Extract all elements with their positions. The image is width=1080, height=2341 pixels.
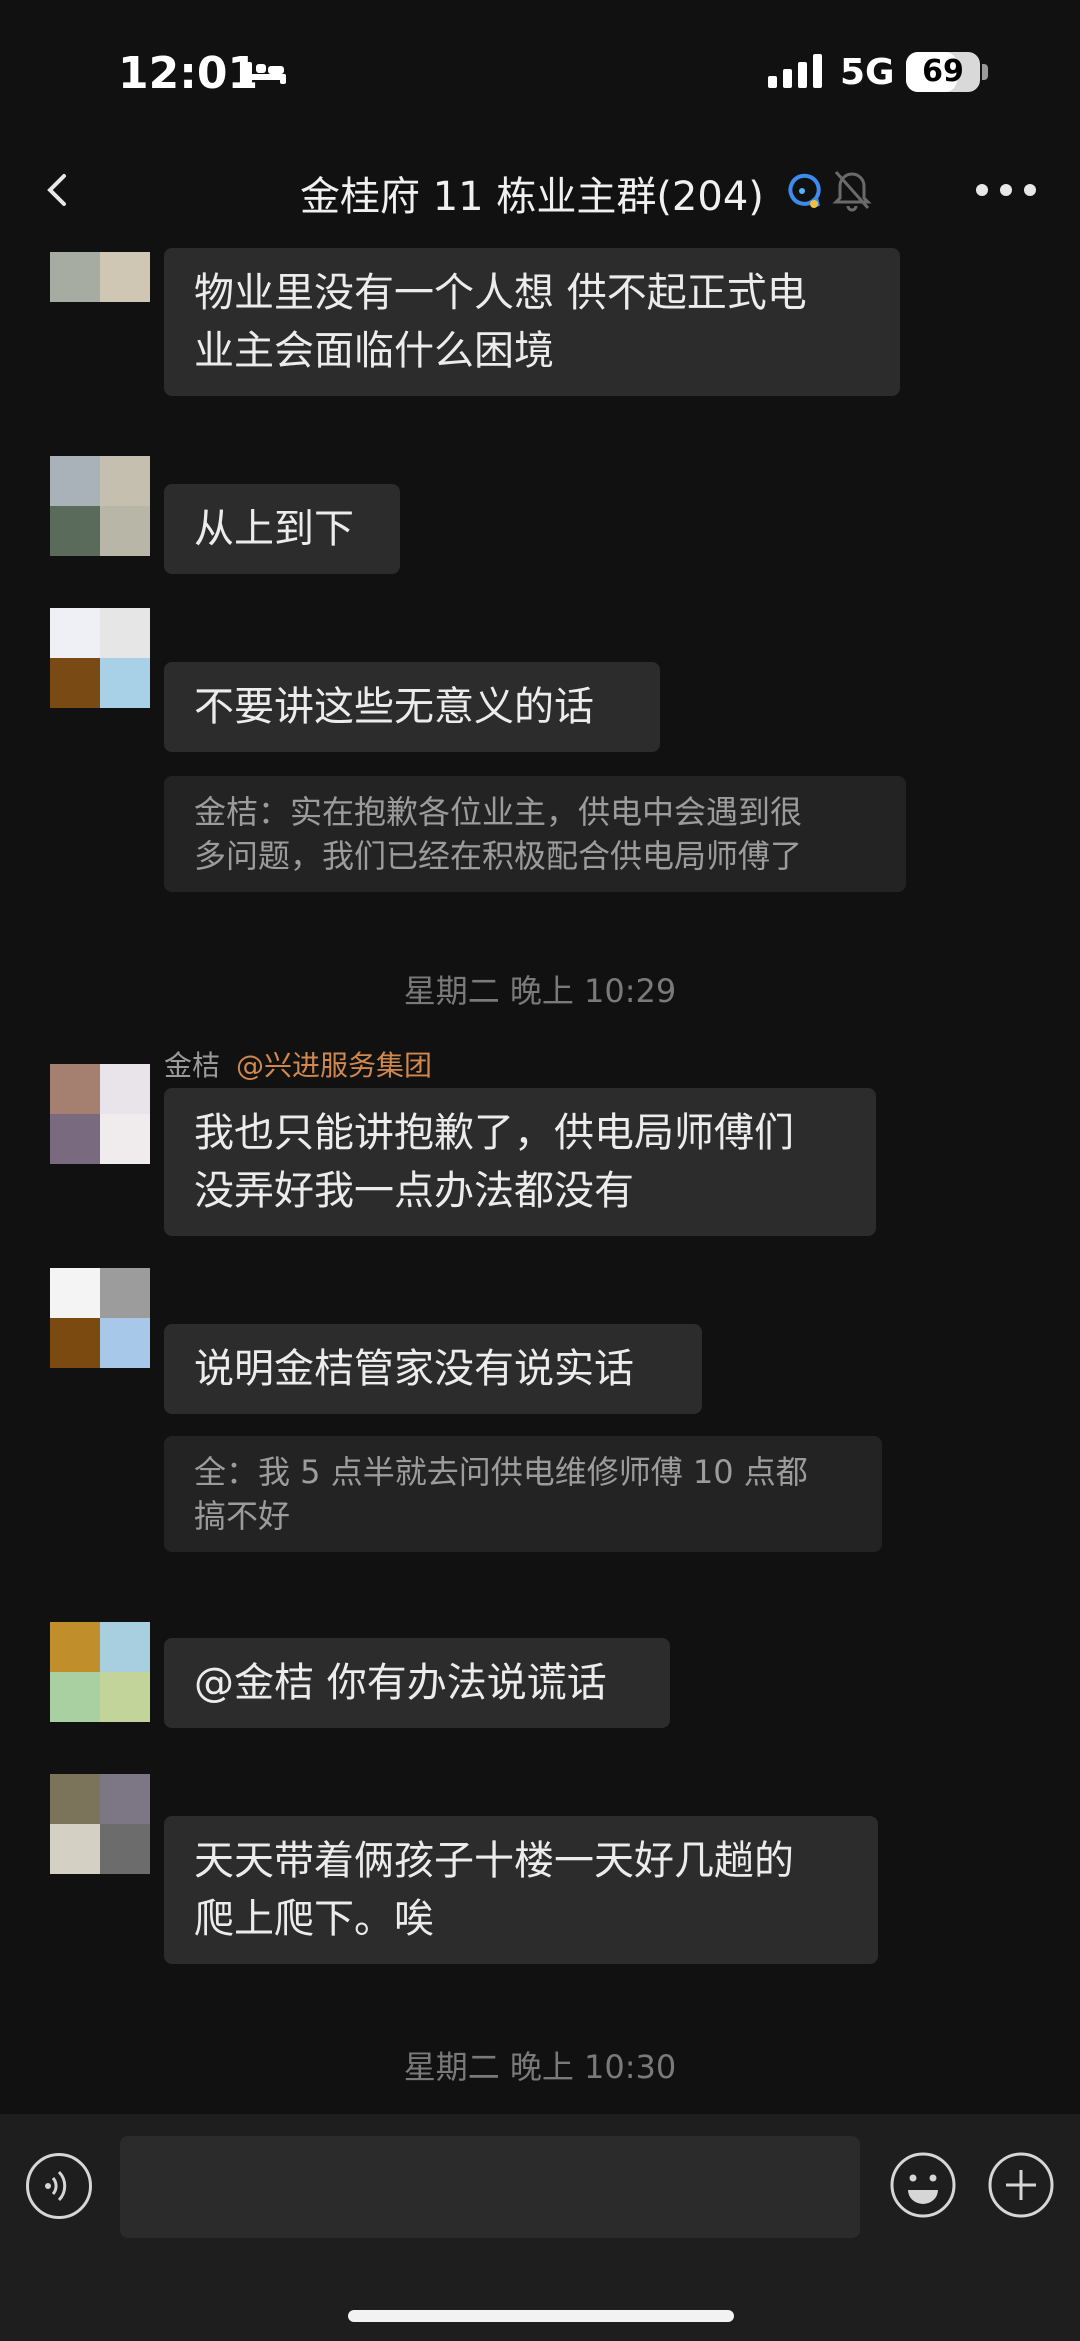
chat-title[interactable]: 金桂府 11 栋业主群(204) [300,164,764,222]
quote-text: 金桔：实在抱歉各位业主，供电中会遇到很 [194,793,803,831]
message-text: 业主会面临什么困境 [194,328,554,374]
avatar[interactable] [50,252,150,302]
more-options-button[interactable] [976,184,1040,198]
message-text: 我也只能讲抱歉了，供电局师傅们 [194,1110,794,1156]
avatar[interactable] [50,1268,150,1368]
chat-header: 金桂府 11 栋业主群(204) [0,150,1080,230]
sleep-focus-icon [246,62,286,84]
ai-assistant-icon[interactable] [780,170,824,214]
status-time: 12:01 [118,48,259,99]
voice-button[interactable] [26,2153,92,2219]
message-input[interactable] [120,2136,860,2238]
quote-text: 多问题，我们已经在积极配合供电局师傅了 [194,837,803,875]
message-text: 没弄好我一点办法都没有 [194,1168,634,1214]
message-bubble[interactable]: 不要讲这些无意义的话 [164,662,660,752]
avatar[interactable] [50,456,150,556]
network-type: 5G [840,52,895,93]
sender-tag: @兴进服务集团 [236,1049,433,1082]
battery-cap [982,64,988,80]
avatar[interactable] [50,1622,150,1722]
quoted-message[interactable]: 全：我 5 点半就去问供电维修师傅 10 点都 搞不好 [164,1436,882,1552]
quoted-message[interactable]: 金桔：实在抱歉各位业主，供电中会遇到很 多问题，我们已经在积极配合供电局师傅了 [164,776,906,892]
message-text: 不要讲这些无意义的话 [194,684,594,730]
input-bar [0,2114,1080,2341]
message-text: 从上到下 [194,506,354,552]
avatar[interactable] [50,1774,150,1874]
bell-muted-icon [832,171,872,212]
message-bubble[interactable]: 说明金桔管家没有说实话 [164,1324,702,1414]
emoji-button[interactable] [888,2150,958,2220]
message-bubble[interactable]: @金桔 你有办法说谎话 [164,1638,670,1728]
quote-text: 搞不好 [194,1497,291,1535]
voice-icon [45,2170,67,2202]
message-bubble[interactable]: 物业里没有一个人想 供不起正式电 业主会面临什么困境 [164,248,900,396]
home-indicator [348,2310,734,2322]
message-text: 爬上爬下。唉 [194,1896,434,1942]
avatar[interactable] [50,1064,150,1164]
message-bubble[interactable]: 天天带着俩孩子十楼一天好几趟的 爬上爬下。唉 [164,1816,878,1964]
timestamp: 星期二 晚上 10:30 [403,2048,677,2086]
back-button[interactable] [38,170,78,210]
status-bar: 12:01 5G 69 [0,0,1080,150]
quote-text: 全：我 5 点半就去问供电维修师傅 10 点都 [194,1453,808,1491]
message-bubble[interactable]: 从上到下 [164,484,400,574]
message-bubble[interactable]: 我也只能讲抱歉了，供电局师傅们 没弄好我一点办法都没有 [164,1088,876,1236]
message-text: 天天带着俩孩子十楼一天好几趟的 [194,1838,794,1884]
battery-percent: 69 [922,54,964,89]
battery-indicator: 69 [906,52,980,92]
sender-name: 金桔 [164,1049,221,1082]
message-text: @金桔 你有办法说谎话 [194,1660,607,1706]
message-text: 说明金桔管家没有说实话 [194,1346,634,1392]
plus-button[interactable] [986,2150,1056,2220]
timestamp: 星期二 晚上 10:29 [403,972,677,1010]
cellular-signal-icon [768,54,822,88]
message-text: 物业里没有一个人想 供不起正式电 [194,270,807,316]
avatar[interactable] [50,608,150,708]
